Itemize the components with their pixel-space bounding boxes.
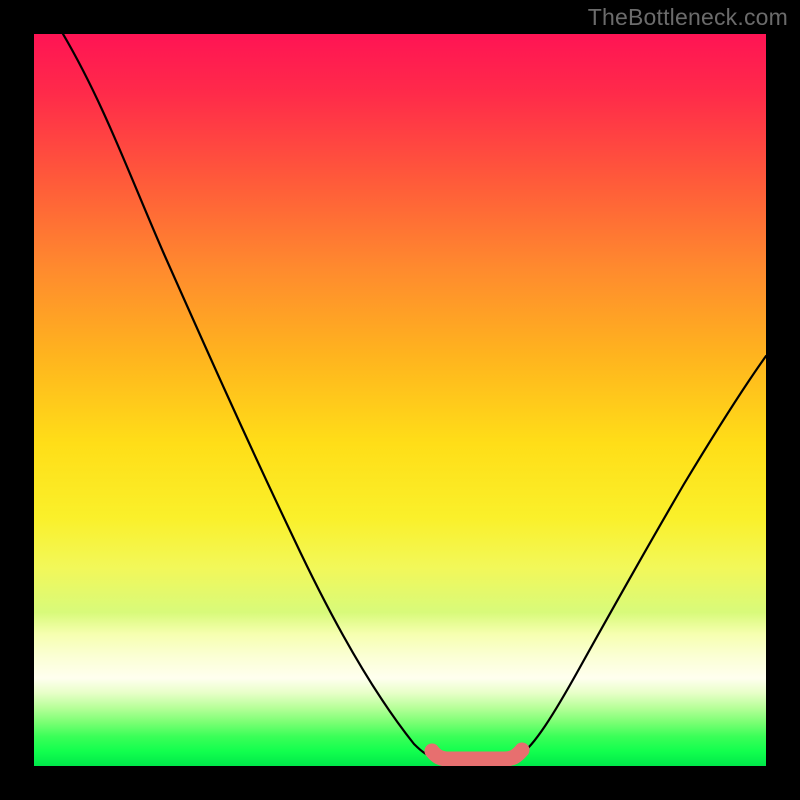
curve-right xyxy=(520,356,766,755)
plot-area xyxy=(34,34,766,766)
watermark-text: TheBottleneck.com xyxy=(588,4,788,31)
bottom-pink-band xyxy=(432,750,522,759)
plot-svg xyxy=(34,34,766,766)
curve-left xyxy=(63,34,434,757)
chart-frame: TheBottleneck.com xyxy=(0,0,800,800)
